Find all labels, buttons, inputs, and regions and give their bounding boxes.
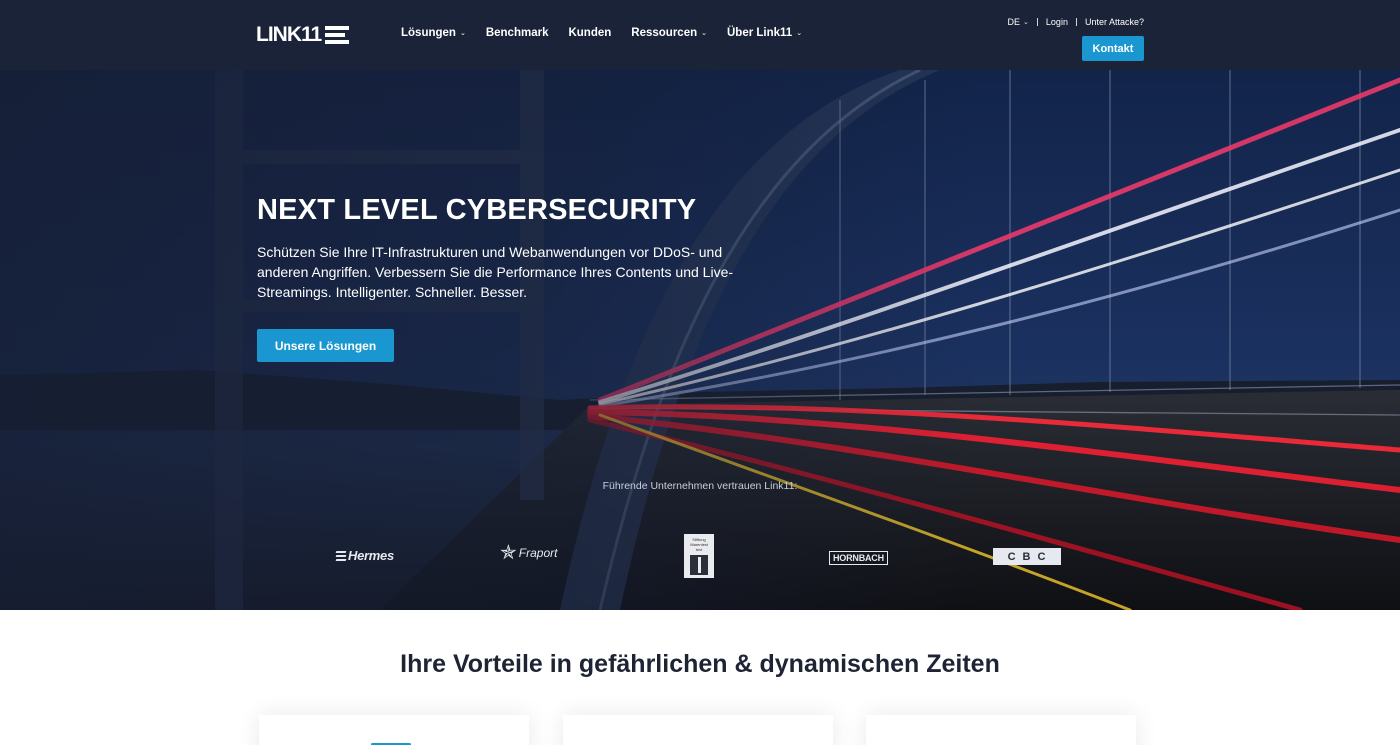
hermes-logo: Hermes bbox=[335, 548, 394, 563]
nav-label: Ressourcen bbox=[631, 27, 698, 39]
nav-item-ueber-link11[interactable]: Über Link11 ⌄ bbox=[727, 27, 802, 39]
hero-overlay bbox=[0, 70, 1400, 610]
hero-section: NEXT LEVEL CYBERSECURITY Schützen Sie Ih… bbox=[0, 70, 1400, 610]
chevron-down-icon: ⌄ bbox=[701, 30, 707, 37]
nav-item-ressourcen[interactable]: Ressourcen ⌄ bbox=[631, 27, 707, 39]
stiftung-text: Stiftung Warentest test bbox=[689, 537, 709, 552]
cbc-logo: CBC bbox=[993, 548, 1061, 565]
nav-label: Benchmark bbox=[485, 27, 549, 39]
our-solutions-button[interactable]: Unsere Lösungen bbox=[257, 329, 394, 362]
logo-label: Fraport bbox=[518, 545, 558, 560]
divider bbox=[1075, 18, 1077, 26]
stiftung-mark-icon bbox=[690, 555, 708, 575]
chevron-down-icon: ⌄ bbox=[796, 30, 803, 37]
nav-label: Kunden bbox=[568, 27, 612, 39]
fraport-bird-icon: ✯ bbox=[500, 542, 517, 564]
contact-button[interactable]: Kontakt bbox=[1082, 36, 1144, 61]
under-attack-link[interactable]: Unter Attacke? bbox=[1077, 17, 1144, 27]
logo-text: LINK11 bbox=[256, 23, 322, 46]
fraport-logo: ✯ Fraport bbox=[500, 540, 557, 565]
hornbach-logo: HORNBACH bbox=[829, 551, 888, 565]
link11-logo[interactable]: LINK11 bbox=[256, 22, 350, 48]
nav-label: Lösungen bbox=[401, 27, 456, 39]
divider bbox=[1036, 18, 1038, 26]
utility-links: DE ⌄ Login Unter Attacke? bbox=[1000, 17, 1144, 27]
language-label: DE bbox=[1007, 17, 1021, 27]
language-selector[interactable]: DE ⌄ bbox=[1000, 17, 1037, 27]
nav-item-loesungen[interactable]: Lösungen ⌄ bbox=[401, 27, 466, 39]
site-header: LINK11 Lösungen ⌄ Benchmark Kunden Resso… bbox=[0, 0, 1400, 70]
nav-item-kunden[interactable]: Kunden bbox=[568, 27, 611, 39]
client-logos: Hermes ✯ Fraport Stiftung Warentest test H… bbox=[0, 532, 1400, 582]
nav-label: Über Link11 bbox=[727, 27, 793, 39]
benefit-card bbox=[259, 715, 529, 745]
trust-text: Führende Unternehmen vertrauen Link11: bbox=[602, 480, 798, 492]
benefit-card bbox=[563, 715, 833, 745]
chevron-down-icon: ⌄ bbox=[459, 30, 466, 37]
chevron-down-icon: ⌄ bbox=[1023, 19, 1029, 26]
hero-title: NEXT LEVEL CYBERSECURITY bbox=[257, 194, 697, 226]
logo-label: Hermes bbox=[348, 548, 394, 563]
main-nav: Lösungen ⌄ Benchmark Kunden Ressourcen ⌄… bbox=[401, 27, 802, 39]
logo-bars-icon bbox=[325, 26, 350, 44]
stiftung-warentest-logo: Stiftung Warentest test bbox=[684, 534, 714, 578]
login-link[interactable]: Login bbox=[1038, 17, 1076, 27]
benefit-card bbox=[866, 715, 1136, 745]
nav-item-benchmark[interactable]: Benchmark bbox=[486, 27, 549, 39]
hero-description: Schützen Sie Ihre IT-Infrastrukturen und… bbox=[257, 244, 734, 300]
benefits-title: Ihre Vorteile in gefährlichen & dynamisc… bbox=[400, 650, 1000, 678]
